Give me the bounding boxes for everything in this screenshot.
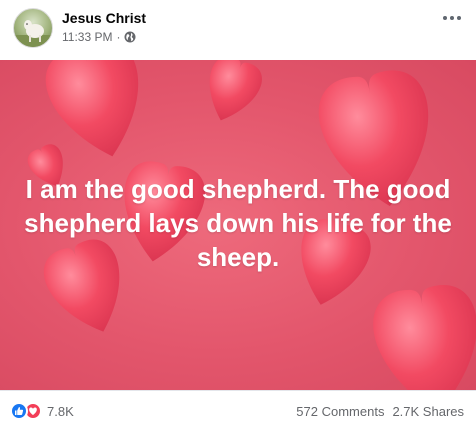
dot — [450, 16, 454, 20]
more-options-icon[interactable] — [440, 8, 464, 28]
post-image[interactable]: I am the good shepherd. The good shepher… — [0, 60, 476, 390]
like-icon — [10, 402, 28, 420]
lamb-icon — [14, 20, 52, 47]
shares-count[interactable]: 2.7K Shares — [392, 404, 464, 419]
post-header: Jesus Christ 11:33 PM · — [0, 0, 476, 60]
reactions-summary[interactable]: 7.8K — [10, 402, 74, 420]
facebook-post: Jesus Christ 11:33 PM · I am the good sh… — [0, 0, 476, 432]
comments-count[interactable]: 572 Comments — [296, 404, 384, 419]
engagement-stats: 572 Comments 2.7K Shares — [296, 404, 464, 419]
heart-icon — [29, 407, 37, 415]
globe-icon[interactable] — [124, 31, 136, 43]
thumbs-up-icon — [15, 407, 24, 415]
post-time[interactable]: 11:33 PM — [62, 30, 112, 44]
quote-text: I am the good shepherd. The good shepher… — [24, 174, 452, 272]
meta-separator: · — [116, 30, 121, 44]
reaction-count: 7.8K — [47, 403, 74, 419]
heart — [368, 280, 476, 390]
dot — [457, 16, 461, 20]
page-avatar[interactable] — [13, 8, 53, 48]
post-meta: 11:33 PM · — [62, 30, 136, 44]
heart — [196, 60, 267, 130]
post-footer: 7.8K 572 Comments 2.7K Shares — [0, 390, 476, 432]
dot — [443, 16, 447, 20]
page-name[interactable]: Jesus Christ — [62, 10, 146, 26]
